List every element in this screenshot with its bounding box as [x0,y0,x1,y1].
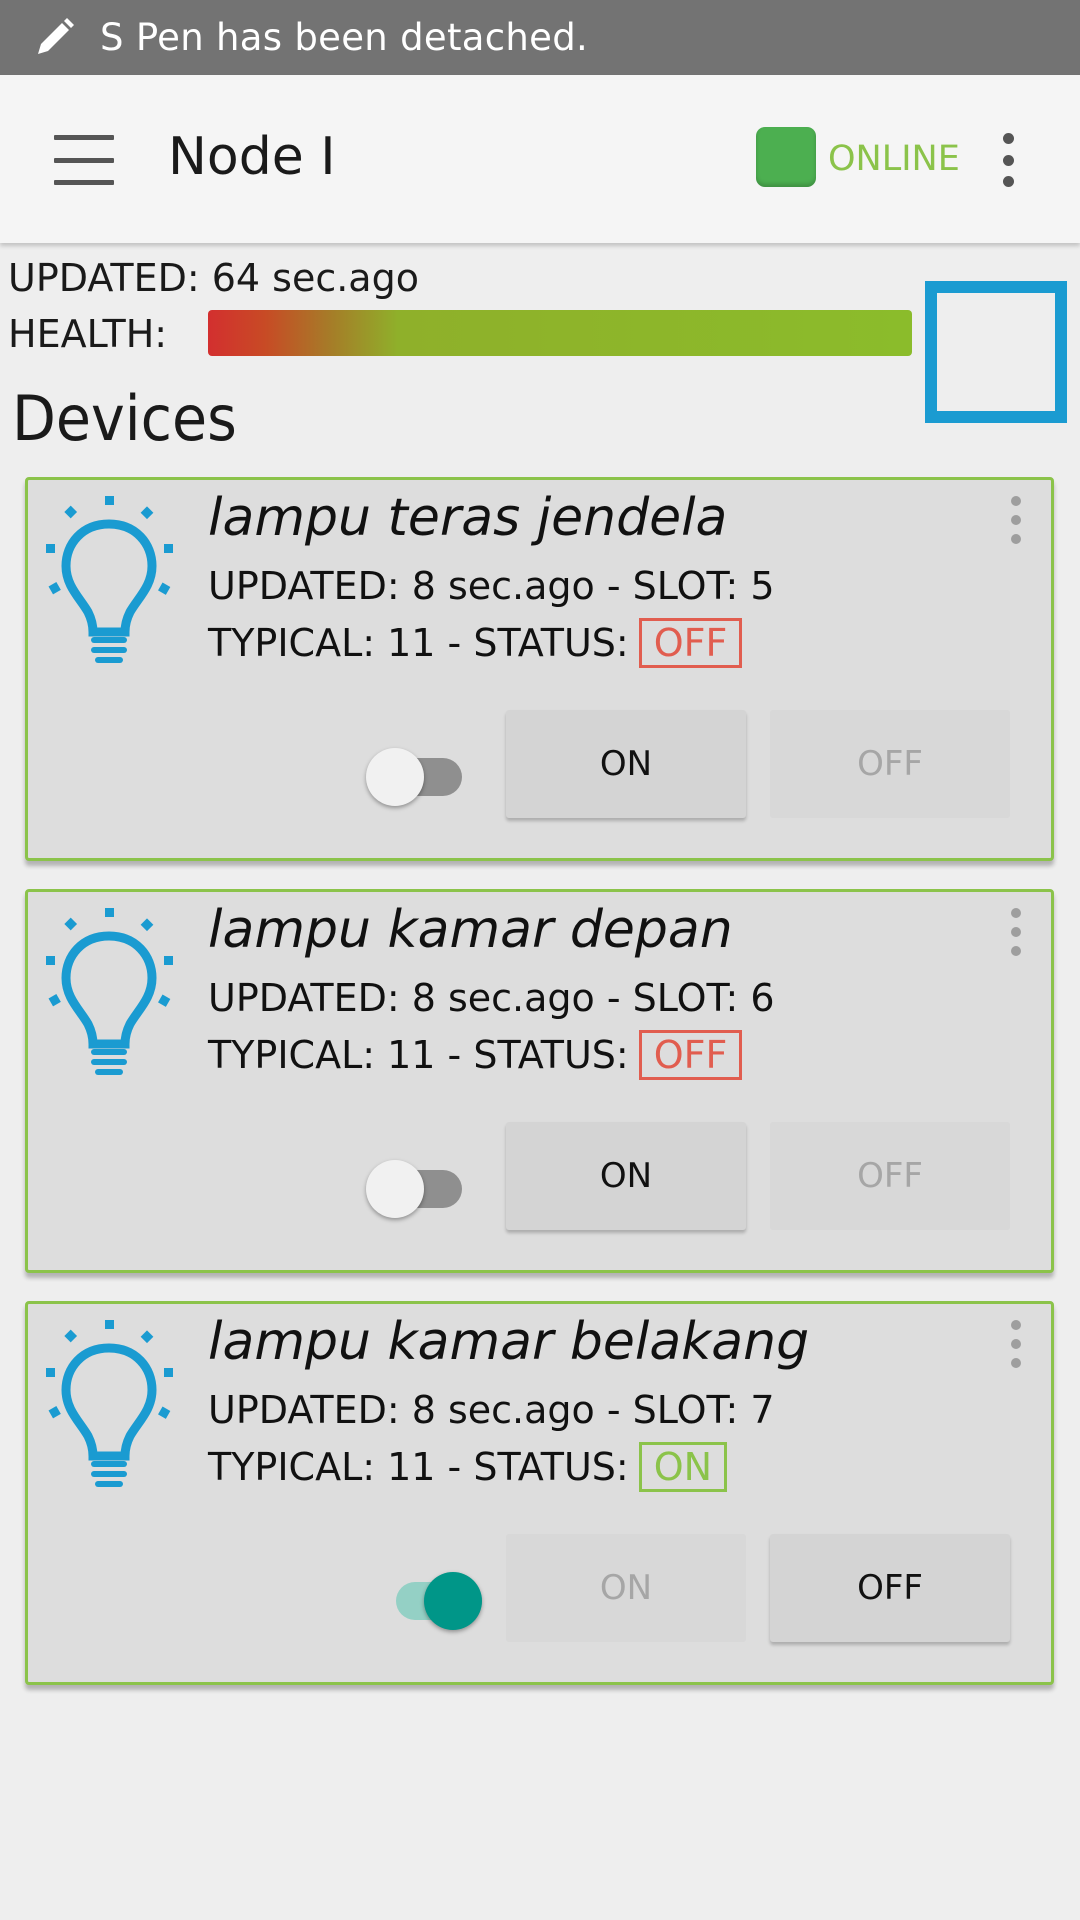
off-button[interactable]: OFF [770,1122,1010,1230]
overflow-menu-icon[interactable] [990,133,1026,187]
device-card: lampu teras jendela UPDATED: 8 sec.ago -… [25,477,1054,861]
device-typical-status: TYPICAL: 11 - STATUS: ON [208,1442,728,1492]
device-typical-status: TYPICAL: 11 - STATUS: OFF [208,618,743,668]
device-updated-slot: UPDATED: 8 sec.ago - SLOT: 5 [208,564,775,608]
status-badge: OFF [638,618,743,668]
on-button[interactable]: ON [506,710,746,818]
device-name: lampu kamar belakang [208,1312,810,1372]
status-badge: OFF [638,1030,743,1080]
card-overflow-menu-icon[interactable] [1006,908,1026,956]
status-badge: ON [638,1442,728,1492]
typical-status-label: TYPICAL: 11 - STATUS: [208,621,629,665]
card-overflow-menu-icon[interactable] [1006,496,1026,544]
device-card: lampu kamar belakang UPDATED: 8 sec.ago … [25,1301,1054,1685]
app-bar: Node I ONLINE [0,75,1080,243]
status-message: S Pen has been detached. [100,16,589,59]
lightbulb-icon [46,496,173,663]
off-button[interactable]: OFF [770,1534,1010,1642]
device-card: lampu kamar depan UPDATED: 8 sec.ago - S… [25,889,1054,1273]
health-bar [208,310,912,356]
device-switch[interactable] [366,1154,466,1218]
device-typical-status: TYPICAL: 11 - STATUS: OFF [208,1030,743,1080]
status-bar: S Pen has been detached. [0,0,1080,75]
pen-icon [32,16,76,60]
device-updated-slot: UPDATED: 8 sec.ago - SLOT: 6 [208,976,775,1020]
off-button[interactable]: OFF [770,710,1010,818]
device-switch[interactable] [366,742,466,806]
device-switch[interactable] [386,1566,486,1630]
on-button[interactable]: ON [506,1534,746,1642]
page-title: Node I [168,127,336,187]
health-label: HEALTH: [8,312,168,356]
select-box[interactable] [925,281,1067,423]
on-button[interactable]: ON [506,1122,746,1230]
online-indicator-icon [756,127,816,187]
connection-status: ONLINE [828,139,960,179]
device-name: lampu kamar depan [208,900,733,960]
devices-heading: Devices [12,382,237,455]
node-updated: UPDATED: 64 sec.ago [8,256,419,300]
typical-status-label: TYPICAL: 11 - STATUS: [208,1033,629,1077]
device-updated-slot: UPDATED: 8 sec.ago - SLOT: 7 [208,1388,775,1432]
card-overflow-menu-icon[interactable] [1006,1320,1026,1368]
menu-icon[interactable] [54,135,114,185]
device-name: lampu teras jendela [208,488,728,548]
lightbulb-icon [46,1320,173,1487]
lightbulb-icon [46,908,173,1075]
typical-status-label: TYPICAL: 11 - STATUS: [208,1445,629,1489]
